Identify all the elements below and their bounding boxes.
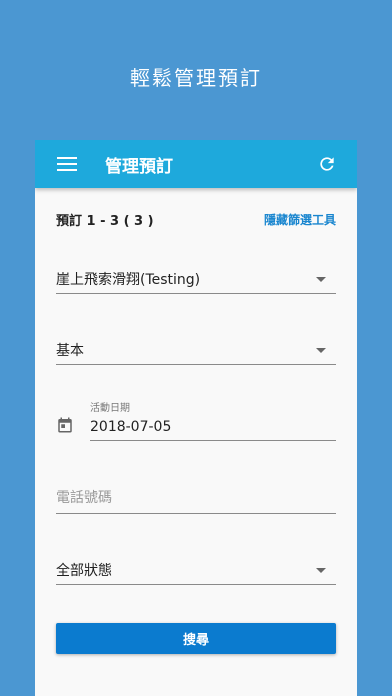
activity-value: 崖上飛索滑翔(Testing) [56,272,201,288]
refresh-icon[interactable] [317,154,337,174]
activity-date-field[interactable]: 活動日期 2018-07-05 [90,399,336,441]
package-select[interactable]: 基本 [56,336,336,365]
phone-field-wrap [56,485,336,514]
package-value: 基本 [56,343,84,359]
activity-select[interactable]: 崖上飛索滑翔(Testing) [56,265,336,294]
menu-icon[interactable] [57,157,77,171]
dropdown-arrow-icon [316,347,326,353]
booking-count: 預訂 1 - 3 ( 3 ) [56,214,154,229]
calendar-icon [58,417,72,433]
hide-filters-link[interactable]: 隱藏篩選工具 [264,211,336,228]
dropdown-arrow-icon [316,567,326,573]
search-button[interactable]: 搜尋 [56,623,336,654]
status-select[interactable]: 全部狀態 [56,556,336,585]
date-value: 2018-07-05 [90,419,172,435]
promo-headline: 輕鬆管理預訂 [130,66,262,90]
phone-input[interactable] [56,485,336,511]
date-label: 活動日期 [90,403,130,414]
page-title: 管理預訂 [105,156,173,177]
dropdown-arrow-icon [316,276,326,282]
status-value: 全部狀態 [56,563,112,579]
app-screen: 管理預訂 預訂 1 - 3 ( 3 ) 隱藏篩選工具 崖上飛索滑翔(Testin… [35,140,357,696]
app-bar: 管理預訂 [35,140,357,188]
